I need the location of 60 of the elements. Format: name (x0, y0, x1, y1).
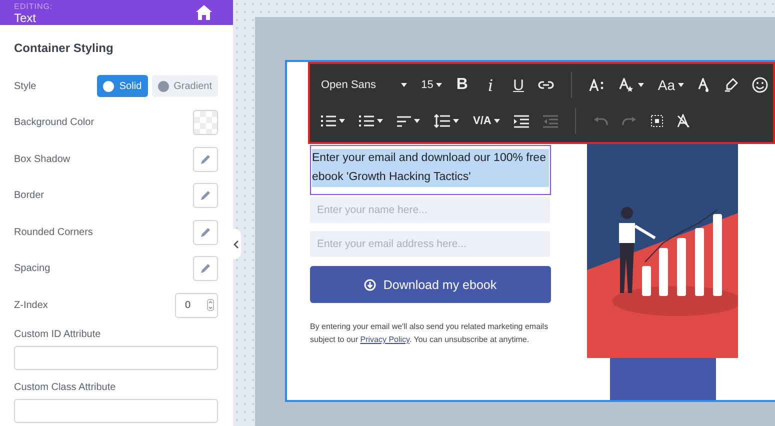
clear-formatting-icon (677, 114, 690, 128)
pencil-icon (200, 226, 211, 238)
form-input[interactable]: Enter your email address here... (310, 231, 550, 257)
text-field[interactable] (14, 398, 218, 422)
font-size-icon (588, 79, 605, 91)
download-button[interactable]: Download my ebook (310, 266, 551, 303)
edit-button[interactable] (193, 146, 218, 172)
select-all-icon (651, 115, 664, 127)
setting-label: Z-Index (14, 300, 48, 310)
text-color-icon (698, 78, 710, 92)
spinner-arrows-icon[interactable] (207, 299, 214, 311)
collapse-tab[interactable] (229, 229, 241, 259)
pencil-icon (200, 154, 211, 164)
edit-button[interactable] (193, 220, 218, 244)
smiley-icon (752, 77, 768, 93)
pencil-icon (200, 190, 211, 201)
redo-icon (622, 116, 638, 126)
setting-label: Border (14, 190, 44, 201)
pencil-icon (200, 263, 211, 274)
edit-button[interactable] (193, 183, 218, 208)
chevron-left-icon (233, 240, 239, 248)
setting-label: Custom ID Attribute (14, 328, 102, 340)
home-icon[interactable] (196, 5, 212, 20)
text-field[interactable] (14, 346, 218, 370)
spacing-button[interactable]: V/A (468, 110, 506, 132)
setting-label: Spacing (14, 263, 50, 274)
outdent-icon (543, 114, 558, 128)
form-input[interactable]: Enter your name here... (310, 197, 550, 223)
font-size-button[interactable]: 15 (416, 74, 448, 96)
style-option[interactable]: Solid (97, 75, 148, 97)
font-button[interactable]: Open Sans (316, 74, 412, 96)
undo-icon (593, 116, 608, 126)
section-heading: Container Styling (14, 41, 114, 55)
italic-button[interactable]: i (476, 74, 504, 96)
setting-label: Style (14, 80, 36, 92)
link-icon (538, 80, 554, 90)
disclaimer-text: By entering your email we'll also send you related marketing emails subject to our Privacy Policy. You can unsubscribe at anytime. (310, 321, 550, 346)
indent-icon (514, 114, 530, 128)
numbered-list-icon (321, 115, 336, 127)
color-swatch[interactable] (193, 110, 218, 135)
letter-star-icon (618, 78, 635, 92)
bullet-list-icon (359, 115, 374, 127)
headline-text-block[interactable]: Enter your email and download our 100% free ebook 'Growth Hacking Tactics' (310, 145, 551, 195)
editing-caption: EDITING: (14, 2, 53, 11)
download-icon (364, 278, 376, 290)
setting-label: Box Shadow (14, 154, 70, 164)
case-button[interactable]: Aa (652, 74, 689, 96)
highlighter-icon (724, 78, 738, 92)
align-left-icon (397, 116, 411, 126)
bold-button[interactable]: B (451, 74, 473, 96)
privacy-policy-link[interactable]: Privacy Policy (360, 335, 410, 344)
editing-title: Text (14, 11, 38, 25)
setting-label: Background Color (14, 117, 94, 128)
line-height-icon (434, 114, 450, 128)
number-field[interactable]: 0 (175, 292, 218, 318)
underline-button[interactable]: U (508, 74, 529, 96)
setting-label: Custom Class Attribute (14, 382, 117, 392)
headline-text: Enter your email and download our 100% free ebook 'Growth Hacking Tactics' (312, 149, 549, 187)
setting-label: Rounded Corners (14, 226, 93, 238)
edit-button[interactable] (193, 256, 218, 281)
